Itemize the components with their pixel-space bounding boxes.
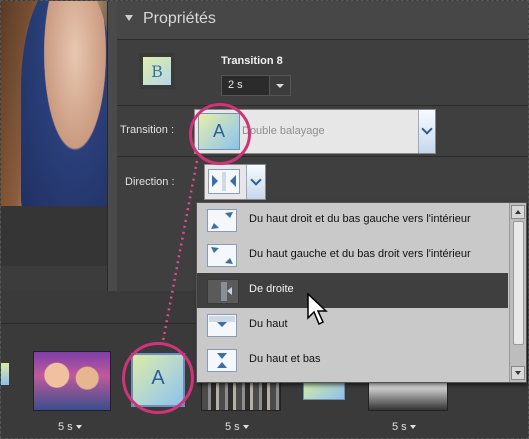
highlight-ring [189, 103, 251, 165]
mouse-pointer-icon [307, 293, 328, 326]
highlight-connector [161, 160, 199, 342]
highlight-ring [122, 342, 194, 414]
window-frame: Propriétés B Transition 8 2 s Transition… [0, 0, 529, 439]
